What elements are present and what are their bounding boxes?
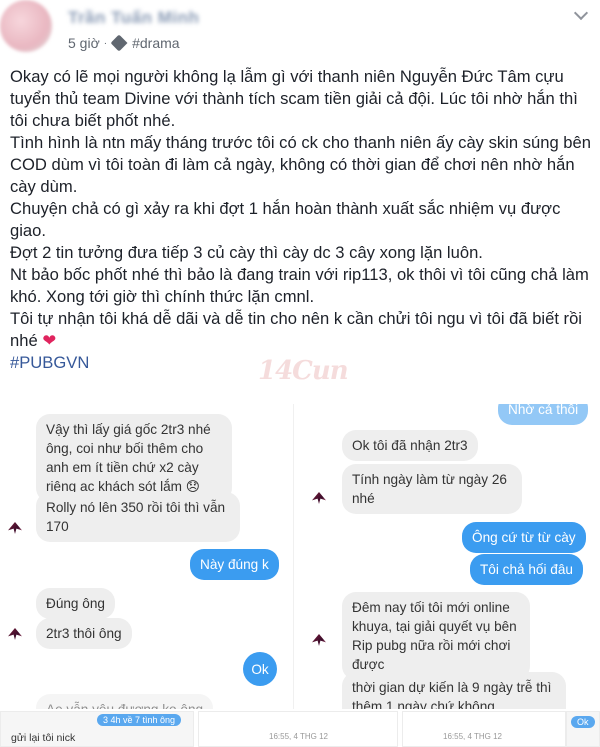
chat-reply: Ông cứ từ từ cày <box>462 522 586 553</box>
post-paragraph: Tình hình là ntn mấy tháng trước tôi có … <box>10 133 591 196</box>
post-paragraph-text: Tôi tự nhận tôi khá dễ dãi và dễ tin cho… <box>10 309 582 350</box>
thumbnail-strip: 3 4h về 7 tình ông gửi lại tôi nick 16:5… <box>0 711 600 747</box>
chat-message: Vậy thì lấy giá gốc 2tr3 nhé ông, coi nh… <box>36 414 232 502</box>
thumb-message: 3 4h về 7 tình ông <box>97 714 182 726</box>
chat-message: Rolly nó lên 350 rồi tôi thì vẫn 170 <box>36 492 240 542</box>
chat-reply: Tôi chả hối đâu <box>470 554 583 585</box>
chat-message-partial: Ae vẫn yêu đương ko ông <box>36 694 214 709</box>
thumb-caption: gửi lại tôi nick <box>11 732 76 744</box>
post-body: Okay có lẽ mọi người không lạ lẫm gì với… <box>10 66 595 374</box>
tag-icon <box>110 34 128 52</box>
contact-avatar-icon <box>6 624 26 644</box>
chat-message: thời gian dự kiến là 9 ngày trễ thì thêm… <box>342 672 566 709</box>
meta-separator: · <box>103 37 108 49</box>
chevron-down-icon[interactable] <box>572 6 590 24</box>
post-paragraph-last: Tôi tự nhận tôi khá dễ dãi và dễ tin cho… <box>10 308 595 352</box>
contact-avatar-icon <box>6 518 26 538</box>
chat-message: Đêm nay tối tôi mới online khuya, tại gi… <box>342 592 530 680</box>
chat-reply: Ok <box>243 652 277 686</box>
thumbnail[interactable]: 3 4h về 7 tình ông gửi lại tôi nick <box>0 711 194 747</box>
thumb-message: Ok <box>571 716 595 728</box>
post-tag[interactable]: #drama <box>132 35 179 51</box>
chat-message: Ok tôi đã nhận 2tr3 <box>342 430 478 461</box>
contact-avatar-icon <box>310 488 330 508</box>
thumbnail[interactable]: 16:55, 4 THG 12 <box>198 711 398 747</box>
post-meta: 5 giờ · #drama <box>68 34 180 52</box>
chat-reply-partial: Nhờ cả thôi <box>498 404 589 425</box>
chat-screenshot-left[interactable]: Vậy thì lấy giá gốc 2tr3 nhé ông, coi nh… <box>0 404 294 709</box>
chat-screenshots: Vậy thì lấy giá gốc 2tr3 nhé ông, coi nh… <box>0 404 600 747</box>
chat-message: Tính ngày làm từ ngày 26 nhé <box>342 464 522 514</box>
contact-avatar-icon <box>310 630 330 650</box>
author-name[interactable]: Trần Tuấn Minh <box>68 8 199 28</box>
post-paragraph: Đợt 2 tin tưởng đưa tiếp 3 củ cày thì cà… <box>10 243 483 262</box>
thumbnail[interactable]: 16:55, 4 THG 12 <box>402 711 566 747</box>
hashtag-link[interactable]: #PUBGVN <box>10 353 89 372</box>
heart-icon: ❤ <box>42 331 57 350</box>
watermark-logo: 14Cun <box>258 356 349 386</box>
chat-message: 2tr3 thôi ông <box>36 618 132 649</box>
thumb-timestamp: 16:55, 4 THG 12 <box>443 732 502 741</box>
chat-screenshot-right[interactable]: Nhờ cả thôi Ok tôi đã nhận 2tr3 Tính ngà… <box>302 404 600 709</box>
chat-reply: Này đúng k <box>190 549 279 580</box>
post-paragraph: Chuyện chả có gì xảy ra khi đợt 1 hắn ho… <box>10 199 561 240</box>
post-time[interactable]: 5 giờ <box>68 35 100 51</box>
thumb-timestamp: 16:55, 4 THG 12 <box>269 732 328 741</box>
post-paragraph: Okay có lẽ mọi người không lạ lẫm gì với… <box>10 67 578 130</box>
facebook-post: Trần Tuấn Minh 5 giờ · #drama Okay có lẽ… <box>0 0 600 400</box>
thumbnail[interactable]: Ok <box>566 711 600 747</box>
chat-message: Đúng ông <box>36 588 115 619</box>
author-avatar[interactable] <box>0 0 52 52</box>
post-paragraph: Nt bảo bốc phốt nhé thì bảo là đang trai… <box>10 265 589 306</box>
